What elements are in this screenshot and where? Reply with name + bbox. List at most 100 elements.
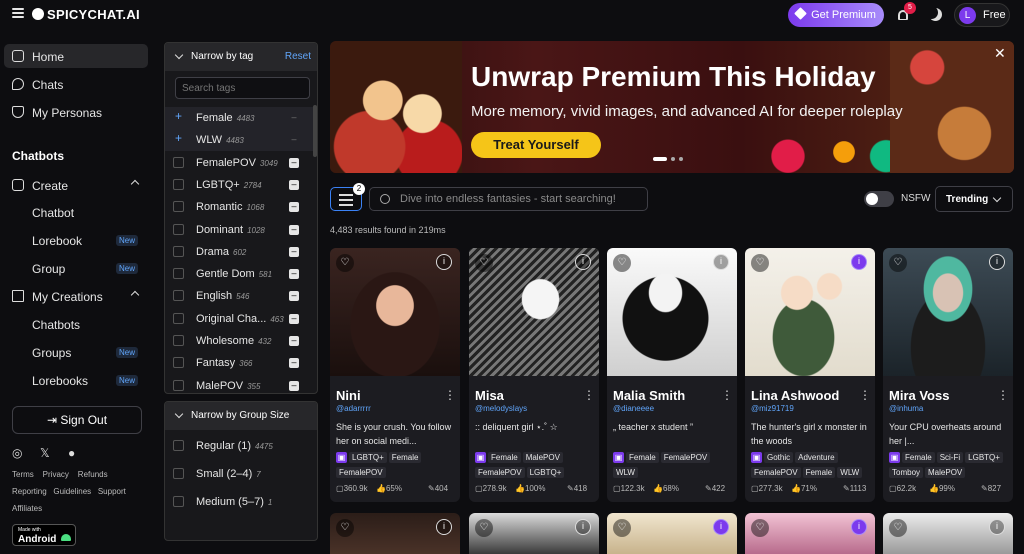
tag-checkbox[interactable] (173, 379, 184, 391)
tag-checkbox[interactable] (173, 268, 184, 280)
tag-row[interactable]: – Dominant 1028 (165, 219, 315, 241)
more-options-icon[interactable]: ⋮ (859, 389, 871, 401)
tag-row[interactable]: – MalePOV 355 (165, 375, 315, 393)
card-tag[interactable]: FemalePOV (475, 467, 525, 478)
exclude-tag-button[interactable]: – (289, 113, 299, 123)
notifications-bell-icon[interactable]: 5 (896, 2, 916, 22)
character-card[interactable]: ♡ i (745, 513, 875, 554)
group-size-option[interactable]: Small (2–4) 7 (165, 463, 315, 485)
tag-search-input[interactable] (175, 77, 310, 99)
tag-row[interactable]: – Wholesome 432 (165, 330, 315, 352)
card-tag[interactable]: Adventure (795, 452, 838, 463)
group-size-checkbox[interactable] (173, 468, 184, 479)
holiday-promo-banner[interactable]: Unwrap Premium This Holiday More memory,… (330, 41, 1014, 173)
guidelines-link[interactable]: Guidelines (53, 487, 91, 496)
carousel-dot[interactable] (671, 157, 675, 161)
tag-checkbox[interactable] (173, 156, 184, 168)
support-link[interactable]: Support (98, 487, 126, 496)
treat-yourself-button[interactable]: Treat Yourself (471, 132, 601, 158)
reset-tags-button[interactable]: Reset (285, 51, 311, 62)
favorite-heart-icon[interactable]: ♡ (889, 519, 907, 537)
tag-checkbox[interactable] (173, 335, 184, 346)
exclude-tag-button[interactable]: – (289, 224, 299, 235)
info-icon[interactable]: i (851, 519, 867, 535)
info-icon[interactable]: i (436, 519, 452, 535)
tag-list-scrollbar[interactable] (313, 105, 317, 157)
card-tag[interactable]: Female (488, 452, 521, 463)
exclude-tag-button[interactable]: – (289, 358, 299, 369)
group-size-header[interactable]: Narrow by Group Size (165, 402, 317, 430)
info-icon[interactable]: i (575, 519, 591, 535)
tag-checkbox[interactable] (173, 201, 184, 213)
favorite-heart-icon[interactable]: ♡ (889, 254, 907, 272)
card-tag[interactable]: Female (802, 467, 836, 478)
more-options-icon[interactable]: ⋮ (997, 389, 1009, 401)
favorite-heart-icon[interactable]: ♡ (751, 254, 769, 272)
sign-out-button[interactable]: ⇥ Sign Out (12, 406, 142, 434)
terms-link[interactable]: Terms (12, 470, 34, 479)
refunds-link[interactable]: Refunds (78, 470, 108, 479)
tag-row[interactable]: + – WLW 4483 (165, 129, 315, 152)
favorite-heart-icon[interactable]: ♡ (751, 519, 769, 537)
tag-checkbox[interactable] (173, 178, 184, 190)
exclude-tag-button[interactable]: – (289, 313, 299, 324)
sort-dropdown[interactable]: Trending (935, 186, 1013, 212)
card-tag[interactable]: Tomboy (889, 467, 924, 478)
carousel-dot-active[interactable] (653, 157, 667, 161)
group-size-option[interactable]: Medium (5–7) 1 (165, 491, 315, 513)
discord-icon[interactable]: ◎ (12, 446, 22, 460)
sidebar-item-my-lorebooks[interactable]: Lorebooks (32, 374, 88, 388)
character-card[interactable]: ♡ i (883, 513, 1013, 554)
card-tag[interactable]: FemalePOV (660, 452, 711, 463)
tag-row[interactable]: – Romantic 1068 (165, 196, 315, 218)
tag-row[interactable]: – FemalePOV 3049 (165, 152, 315, 174)
character-card[interactable]: ♡ i Misa ⋮ @melodyslays:: deliquent girl ⋆.˚… (469, 248, 599, 502)
tag-row[interactable]: – Original Cha... 463 (165, 308, 315, 330)
sidebar-item-create[interactable]: Create (4, 173, 148, 197)
exclude-tag-button[interactable]: – (289, 157, 299, 168)
character-card[interactable]: ♡ i Mira Voss ⋮ @inhuma Your CPU overheats ar… (883, 248, 1013, 502)
favorite-heart-icon[interactable]: ♡ (613, 254, 631, 272)
sidebar-item-group[interactable]: Group (32, 262, 65, 276)
character-card[interactable]: ♡ i Malia Smith ⋮ @dianeeee „ teacher x stude… (607, 248, 737, 502)
tag-checkbox[interactable] (173, 290, 184, 302)
info-icon[interactable]: i (436, 254, 452, 270)
tag-row[interactable]: – Fantasy 366 (165, 352, 315, 374)
card-tag[interactable]: FemalePOV (751, 467, 801, 478)
card-tag[interactable]: Female (626, 452, 659, 463)
search-input[interactable] (400, 190, 640, 208)
sidebar-item-personas[interactable]: My Personas (4, 100, 148, 124)
sidebar-item-chatbot[interactable]: Chatbot (32, 206, 74, 220)
exclude-tag-button[interactable]: – (289, 336, 299, 346)
tag-checkbox[interactable] (173, 357, 184, 369)
info-icon[interactable]: i (713, 254, 729, 270)
group-size-option[interactable]: Regular (1) 4475 (165, 435, 315, 457)
character-card[interactable]: ♡ i (330, 513, 460, 554)
sidebar-item-my-groups[interactable]: Groups (32, 346, 71, 360)
account-menu-button[interactable]: L Free (954, 3, 1010, 27)
more-options-icon[interactable]: ⋮ (583, 389, 595, 401)
character-card[interactable]: ♡ i Nini ⋮ @adarrrrr She is your crush. You f… (330, 248, 460, 502)
filter-toggle-button[interactable]: 2 (330, 183, 365, 211)
sidebar-item-my-chatbots[interactable]: Chatbots (32, 318, 80, 332)
card-tag[interactable]: LGBTQ+ (965, 452, 1003, 463)
group-size-checkbox[interactable] (173, 440, 184, 451)
exclude-tag-button[interactable]: – (289, 202, 299, 213)
favorite-heart-icon[interactable]: ♡ (336, 519, 354, 537)
theme-toggle-moon-icon[interactable] (929, 8, 942, 21)
more-options-icon[interactable]: ⋮ (444, 389, 456, 401)
creator-handle[interactable]: @dianeeee (613, 404, 654, 413)
sidebar-item-home[interactable]: Home (4, 44, 148, 68)
carousel-dot[interactable] (679, 157, 683, 161)
character-card[interactable]: ♡ i (607, 513, 737, 554)
more-options-icon[interactable]: ⋮ (721, 389, 733, 401)
affiliates-link[interactable]: Affiliates (12, 504, 42, 513)
tag-row[interactable]: – Gentle Dom 581 (165, 263, 315, 285)
hamburger-menu-icon[interactable] (12, 8, 24, 18)
card-tag[interactable]: LGBTQ+ (349, 452, 387, 463)
info-icon[interactable]: i (989, 519, 1005, 535)
favorite-heart-icon[interactable]: ♡ (336, 254, 354, 272)
card-tag[interactable]: MalePOV (522, 452, 563, 463)
privacy-link[interactable]: Privacy (43, 470, 69, 479)
exclude-tag-button[interactable]: – (289, 291, 299, 302)
